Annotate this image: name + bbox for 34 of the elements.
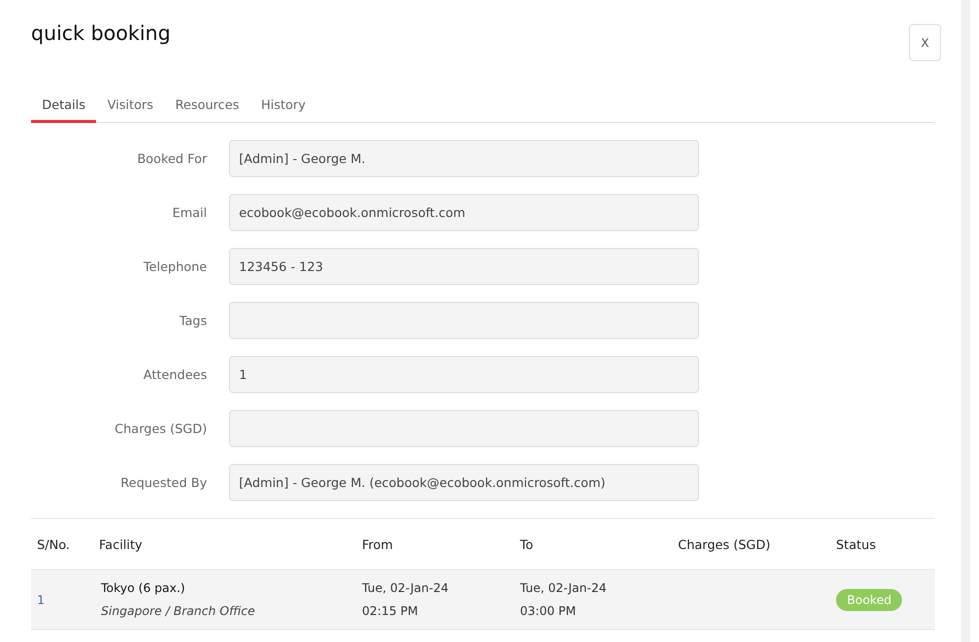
input-field[interactable]: [Admin] - George M. (ecobook@ecobook.onmicrosoft.com) [229,464,699,501]
to-time: 03:00 PM [520,604,577,618]
column-header: From [362,536,394,552]
serial-number: 1 [37,592,45,606]
input-field[interactable]: [Admin] - George M. [229,140,699,177]
field-label: Requested By [120,475,207,490]
input-field[interactable]: 1 [229,356,699,393]
input-field[interactable]: 123456 - 123 [229,248,699,285]
field-label: Email [171,205,207,220]
from-date: Tue, 02-Jan-24 [362,581,450,595]
column-header: Charges (SGD) [678,536,772,552]
facility-location: Singapore / Branch Office [101,604,256,618]
field-label: Charges (SGD) [114,421,207,436]
column-header: S/No. [36,536,71,552]
tab[interactable]: Visitors [96,93,164,123]
tab[interactable]: Resources [164,93,250,123]
input-field[interactable]: ecobook@ecobook.onmicrosoft.com [229,194,699,231]
dialog-title: quick booking [31,20,171,46]
tab[interactable]: Details [31,93,96,123]
field-label: Booked For [136,151,207,166]
column-header: Status [836,536,877,552]
from-time: 02:15 PM [362,604,419,618]
field-label: Attendees [142,367,207,382]
status-badge: Booked [836,588,902,610]
field-label: Telephone [142,259,207,274]
column-header: Facility [99,536,144,552]
input-field[interactable] [229,410,699,447]
to-date: Tue, 02-Jan-24 [520,581,608,595]
tab[interactable]: History [250,93,317,123]
close-button[interactable]: X [909,24,941,61]
input-field[interactable] [229,302,699,339]
column-header: To [520,536,534,552]
field-label: Tags [178,313,207,328]
facility-name: Tokyo (6 pax.) [101,581,186,595]
